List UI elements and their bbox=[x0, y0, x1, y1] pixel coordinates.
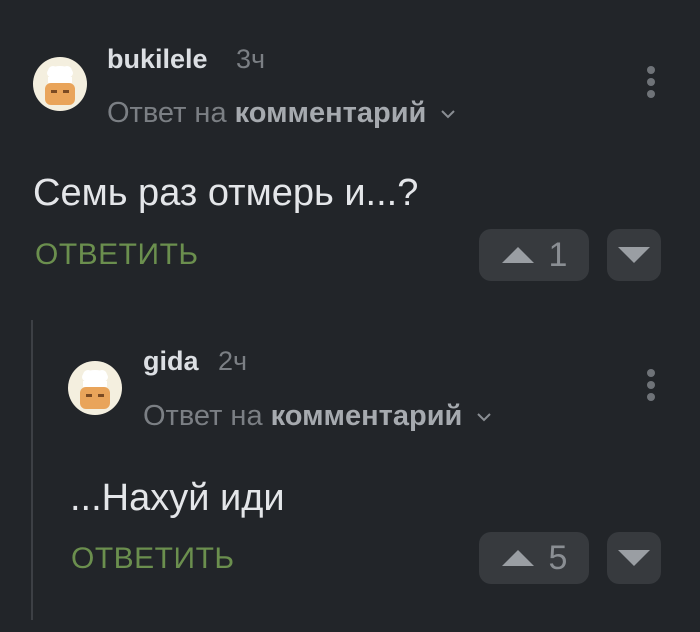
comment-time: 3ч bbox=[236, 44, 266, 74]
reply-to-target[interactable]: комментарий bbox=[271, 400, 463, 432]
thread-line bbox=[31, 320, 33, 620]
arrow-up-icon bbox=[501, 247, 534, 263]
reply-to-prefix: Ответ на bbox=[107, 97, 227, 129]
comment-time: 2ч bbox=[218, 346, 248, 376]
comment-text: Семь раз отмерь и...? bbox=[33, 172, 419, 214]
vote-count: 1 bbox=[548, 235, 568, 274]
user-avatar[interactable] bbox=[33, 57, 87, 111]
arrow-down-icon bbox=[618, 247, 650, 263]
comment-text: ...Нахуй иди bbox=[70, 477, 285, 519]
chevron-down-icon bbox=[477, 413, 492, 422]
downvote-button[interactable] bbox=[607, 532, 661, 584]
reply-to-link[interactable]: Ответ на комментарий bbox=[143, 400, 492, 433]
downvote-button[interactable] bbox=[607, 229, 661, 281]
reply-button[interactable]: ОТВЕТИТЬ bbox=[71, 542, 235, 576]
upvote-button[interactable]: 5 bbox=[479, 532, 589, 584]
reply-to-target[interactable]: комментарий bbox=[235, 97, 427, 129]
chef-hat-avatar-icon bbox=[45, 66, 75, 105]
vote-count: 5 bbox=[548, 538, 568, 577]
reply-to-link[interactable]: Ответ на комментарий bbox=[107, 97, 456, 130]
author-name[interactable]: gida bbox=[143, 346, 199, 377]
chef-hat-avatar-icon bbox=[80, 370, 110, 409]
chevron-down-icon bbox=[441, 110, 456, 119]
upvote-button[interactable]: 1 bbox=[479, 229, 589, 281]
reply-to-prefix: Ответ на bbox=[143, 400, 263, 432]
user-avatar[interactable] bbox=[68, 361, 122, 415]
author-name[interactable]: bukilele bbox=[107, 44, 208, 75]
arrow-down-icon bbox=[618, 550, 650, 566]
reply-button[interactable]: ОТВЕТИТЬ bbox=[35, 238, 199, 272]
more-options-icon[interactable] bbox=[646, 66, 656, 102]
more-options-icon[interactable] bbox=[646, 369, 656, 405]
arrow-up-icon bbox=[501, 550, 534, 566]
